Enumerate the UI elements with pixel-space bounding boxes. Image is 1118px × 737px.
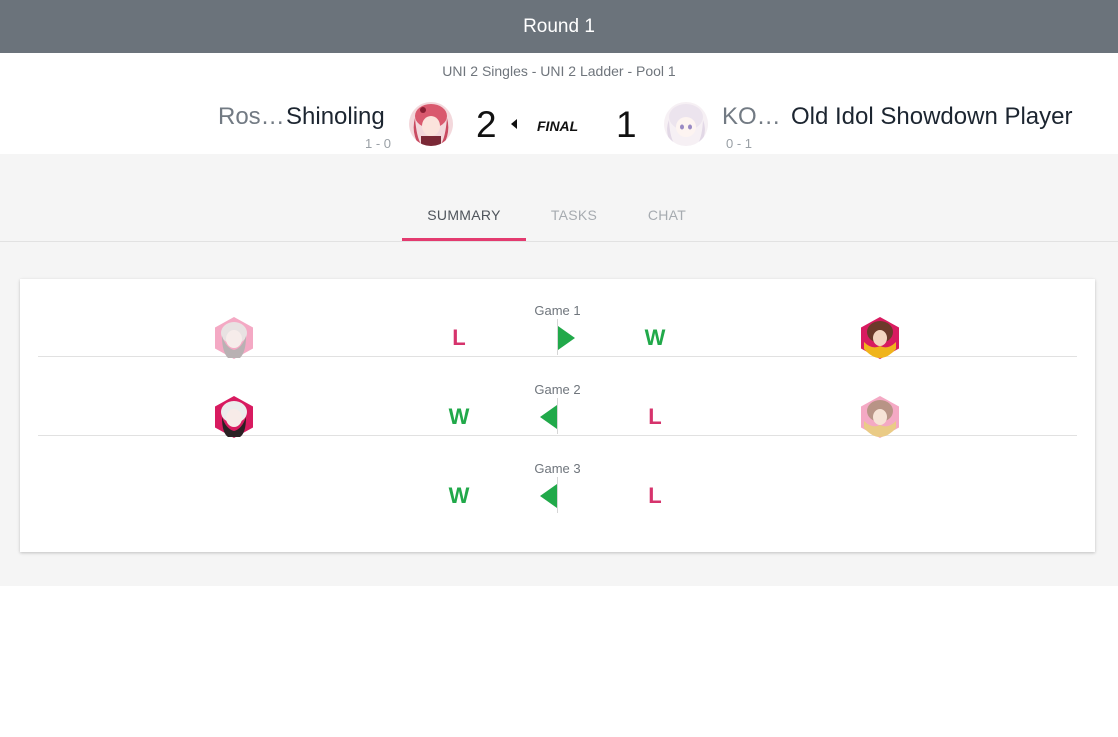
tab-chat[interactable]: CHAT xyxy=(622,187,712,241)
tab-summary[interactable]: SUMMARY xyxy=(402,187,526,241)
game-label: Game 1 xyxy=(534,303,581,318)
round-header: Round 1 xyxy=(0,0,1118,53)
right-game-result: W xyxy=(644,325,666,350)
left-team-tag[interactable]: Ros… xyxy=(218,103,285,131)
winner-flag-right-icon xyxy=(558,326,575,350)
left-character-icon xyxy=(215,396,253,438)
game-divider-line xyxy=(557,398,558,434)
round-title: Round 1 xyxy=(523,15,595,37)
winner-flag-left-icon xyxy=(540,484,557,508)
left-player-name[interactable]: Shinoling xyxy=(286,103,385,131)
left-player-record: 1 - 0 xyxy=(365,136,392,151)
game-label: Game 2 xyxy=(534,382,581,397)
right-game-result: L xyxy=(648,483,662,508)
right-character-icon xyxy=(861,396,899,438)
tab-tasks[interactable]: TASKS xyxy=(526,187,622,241)
game-row-1: Game 1 L W xyxy=(38,279,1077,359)
right-player-avatar[interactable] xyxy=(664,102,708,146)
event-subtitle: UNI 2 Singles - UNI 2 Ladder - Pool 1 xyxy=(442,63,676,79)
match-tabs: SUMMARY TASKS CHAT xyxy=(0,187,1118,242)
right-character-icon xyxy=(861,317,899,359)
right-team-tag[interactable]: KO… xyxy=(722,103,781,131)
right-player-score: 1 xyxy=(616,104,637,145)
game-divider-line xyxy=(557,477,558,513)
left-player-score: 2 xyxy=(476,104,497,145)
right-player-name[interactable]: Old Idol Showdown Player xyxy=(791,103,1072,131)
match-scoreboard: Ros… Shinoling 1 - 0 2 FINAL 1 KO… Old I… xyxy=(0,95,1118,155)
right-game-result: L xyxy=(648,404,662,429)
left-game-result: L xyxy=(452,325,466,350)
left-game-result: W xyxy=(448,483,470,508)
left-game-result: W xyxy=(448,404,470,429)
match-status: FINAL xyxy=(537,118,579,134)
right-player-record: 0 - 1 xyxy=(726,136,753,151)
left-player-avatar[interactable] xyxy=(409,102,453,146)
game-label: Game 3 xyxy=(534,461,581,476)
game-row-3: Game 3 W L xyxy=(38,437,1077,515)
game-row-2: Game 2 W L xyxy=(38,358,1077,438)
winner-flag-left-icon xyxy=(540,405,557,429)
game-summary-card: Game 1 L W Game 2 W L Game 3 W L xyxy=(20,279,1095,552)
winner-indicator-arrow-icon xyxy=(511,119,517,129)
left-character-icon xyxy=(215,317,253,359)
